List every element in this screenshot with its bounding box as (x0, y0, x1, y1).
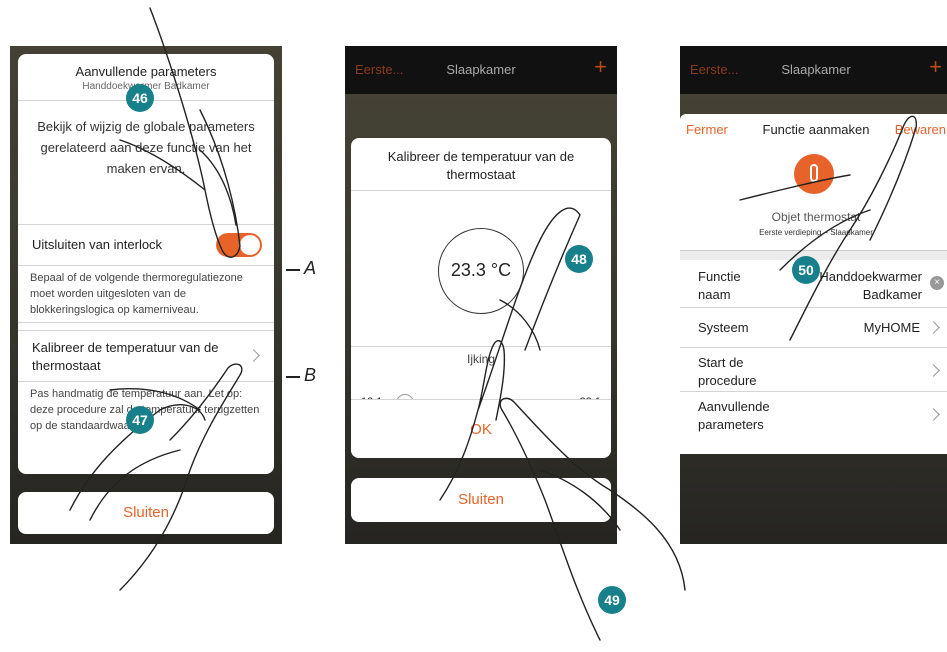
step-marker-47: 47 (126, 406, 154, 434)
callout-line-b (286, 376, 300, 378)
callout-a: A (304, 258, 317, 278)
step-marker-50: 50 (792, 256, 820, 284)
callout-line-a (286, 269, 300, 271)
step-marker-49: 49 (598, 586, 626, 614)
callout-b: B (304, 365, 317, 385)
step-marker-46: 46 (126, 84, 154, 112)
step-marker-48: 48 (565, 245, 593, 273)
